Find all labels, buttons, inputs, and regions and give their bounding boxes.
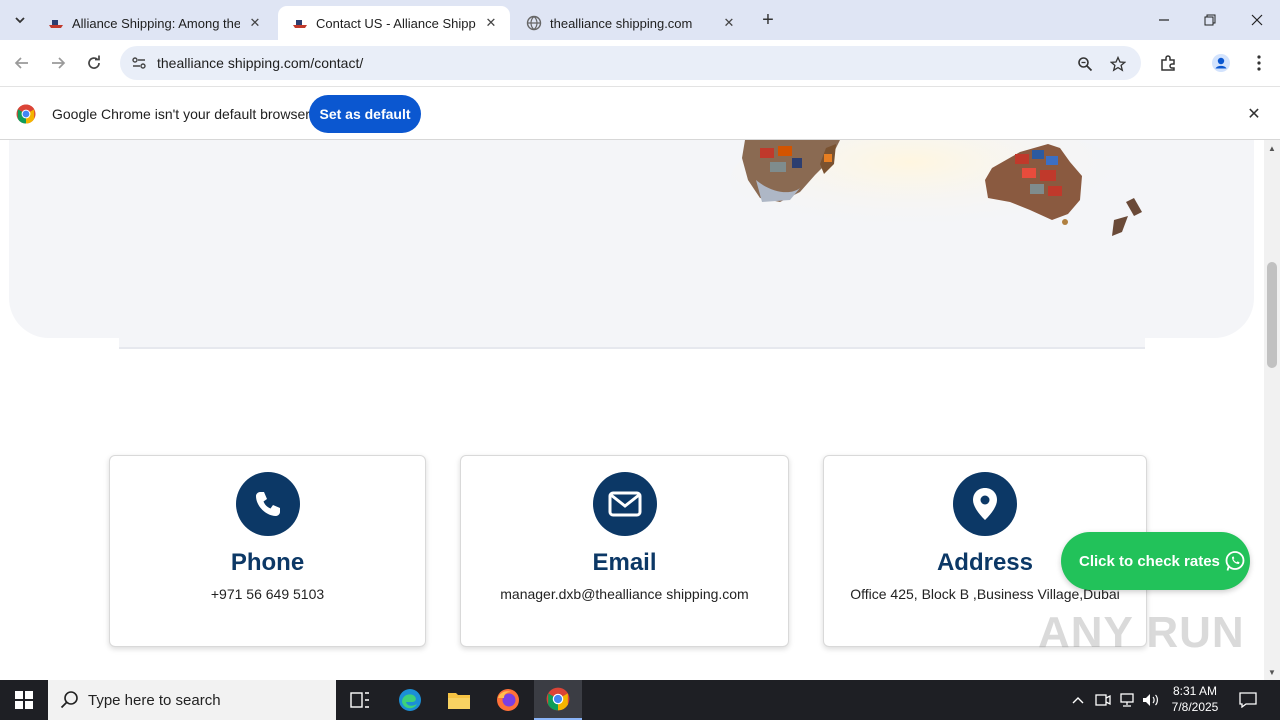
restore-icon [1204,14,1216,26]
system-clock[interactable]: 8:31 AM 7/8/2025 [1160,683,1230,715]
clock-time: 8:31 AM [1172,684,1218,698]
scroll-up-arrow-icon[interactable]: ▲ [1264,142,1280,154]
search-placeholder: Type here to search [88,691,221,709]
minimize-button[interactable] [1141,0,1187,40]
chevron-down-icon [15,17,25,24]
scroll-down-arrow-icon[interactable]: ▼ [1264,666,1280,678]
chrome-logo-icon [16,104,36,124]
bookmark-star-icon[interactable] [1107,53,1129,75]
anyrun-watermark: ANY RUN [1038,608,1245,657]
windows-logo-icon [15,691,33,709]
folder-icon [448,693,470,709]
scroll-thumb[interactable] [1267,262,1277,368]
infobar-close-icon[interactable]: ✕ [1243,103,1265,125]
site-info-icon[interactable] [128,52,150,74]
tab-title: thealliance shipping.com [550,15,693,31]
check-rates-label: Click to check rates [1079,552,1220,570]
start-button[interactable] [0,680,48,720]
task-view-icon [350,692,369,708]
email-card: Email manager.dxb@thealliance shipping.c… [460,455,789,647]
profile-avatar-icon[interactable] [1210,52,1232,74]
clock-date: 7/8/2025 [1171,700,1219,714]
meet-now-icon[interactable] [1093,680,1113,720]
task-view-button[interactable] [336,680,384,720]
reload-button[interactable] [80,49,108,77]
new-tab-button[interactable]: + [757,9,779,31]
page-scrollbar[interactable]: ▲ ▼ [1264,140,1280,680]
windows-taskbar: Type here to search 8:31 AM 7/8/2025 [0,680,1280,720]
whatsapp-icon [1225,551,1245,571]
edge-icon [399,689,421,711]
card-title: Email [592,549,657,576]
firefox-taskbar-button[interactable] [484,680,532,720]
tab-search-button[interactable] [8,8,32,32]
world-map-cargo-image [730,140,1142,240]
extensions-icon[interactable] [1157,52,1179,74]
hero-divider [119,347,1145,349]
zoom-icon[interactable] [1074,53,1096,75]
phone-icon [235,472,300,536]
infobar-message: Google Chrome isn't your default browser [52,106,310,122]
tab-strip: Alliance Shipping: Among the T ✕ Contact… [0,0,1280,40]
firefox-icon [497,689,519,711]
search-icon [60,691,78,709]
tab-alliance-domain[interactable]: thealliance shipping.com ✕ [512,6,748,40]
menu-kebab-icon[interactable] [1248,52,1270,74]
taskbar-search-box[interactable]: Type here to search [48,680,336,720]
phone-card: Phone +971 56 649 5103 [109,455,426,647]
tab-alliance-home[interactable]: Alliance Shipping: Among the T ✕ [34,6,274,40]
arrow-right-icon [52,57,66,69]
chrome-icon [546,687,570,711]
tab-close-icon[interactable]: ✕ [720,14,738,32]
envelope-icon [592,472,657,536]
tab-close-icon[interactable]: ✕ [482,14,500,32]
file-explorer-taskbar-button[interactable] [435,680,483,720]
forward-button[interactable] [44,49,72,77]
minimize-icon [1159,19,1169,21]
set-default-button[interactable]: Set as default [309,95,421,133]
alliance-favicon-icon [48,15,64,31]
address-bar[interactable]: thealliance shipping.com/contact/ [120,46,1141,80]
tab-title: Alliance Shipping: Among the T [72,15,240,31]
chrome-taskbar-button[interactable] [534,680,582,720]
map-pin-icon [953,472,1017,536]
url-text[interactable]: thealliance shipping.com/contact/ [157,55,363,71]
notifications-icon[interactable] [1236,680,1260,720]
page-viewport: Phone +971 56 649 5103 Email manager.dxb… [0,140,1264,680]
close-window-button[interactable] [1234,0,1280,40]
arrow-left-icon [14,57,28,69]
email-address[interactable]: manager.dxb@thealliance shipping.com [461,586,788,602]
restore-button[interactable] [1187,0,1233,40]
tab-title: Contact US - Alliance Shipping [316,15,476,31]
close-icon [1251,14,1263,26]
check-rates-whatsapp-button[interactable]: Click to check rates [1061,532,1250,590]
tray-overflow-chevron-icon[interactable] [1068,680,1088,720]
network-icon[interactable] [1116,680,1138,720]
volume-icon[interactable] [1140,680,1162,720]
browser-toolbar: thealliance shipping.com/contact/ [0,40,1280,86]
card-title: Phone [230,549,305,576]
tab-contact-us[interactable]: Contact US - Alliance Shipping ✕ [278,6,510,40]
back-button[interactable] [8,49,36,77]
alliance-favicon-icon [292,15,308,31]
edge-taskbar-button[interactable] [386,680,434,720]
default-browser-infobar: Google Chrome isn't your default browser… [0,86,1280,140]
reload-icon [88,55,100,69]
tab-close-icon[interactable]: ✕ [246,14,264,32]
phone-number[interactable]: +971 56 649 5103 [110,586,425,602]
globe-icon [526,15,542,31]
